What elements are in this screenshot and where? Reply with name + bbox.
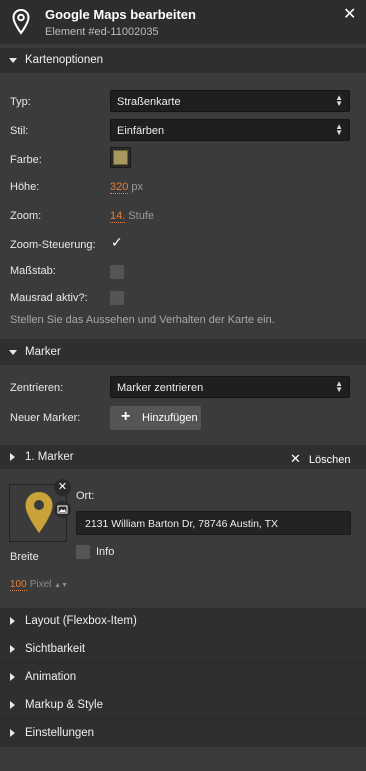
typ-select[interactable]: Straßenkarte ▲ ▼	[110, 90, 350, 112]
breite-value: 100 Pixel ▲▼	[10, 579, 68, 591]
section-label: 1. Marker	[25, 451, 74, 463]
section-einstellungen[interactable]: Einstellungen	[0, 720, 366, 747]
section-label: Einstellungen	[25, 727, 95, 739]
map-pin-icon	[12, 9, 30, 35]
section-label: Marker	[25, 346, 61, 358]
section-label: Sichtbarkeit	[25, 643, 86, 655]
add-marker-button[interactable]: + Hinzufügen	[110, 406, 201, 430]
info-label: Info	[96, 546, 115, 558]
mausrad-checkbox[interactable]	[110, 291, 124, 305]
image-icon[interactable]	[54, 501, 71, 518]
breite-unit: Pixel	[29, 579, 52, 590]
section-label: Animation	[25, 671, 77, 683]
caret-right-icon	[10, 645, 15, 653]
spinner-icon[interactable]: ▲▼	[54, 582, 68, 589]
section-label: Kartenoptionen	[25, 54, 104, 66]
typ-label: Typ:	[10, 96, 31, 108]
caret-right-icon	[10, 729, 15, 737]
section-animation[interactable]: Animation	[0, 664, 366, 691]
neuer-marker-label: Neuer Marker:	[10, 412, 81, 424]
breite-input[interactable]: 100	[10, 579, 27, 591]
ort-label: Ort:	[76, 490, 95, 502]
farbe-label: Farbe:	[10, 154, 42, 166]
zentrieren-select[interactable]: Marker zentrieren ▲ ▼	[110, 376, 350, 398]
zoom-steuerung-label: Zoom-Steuerung:	[10, 239, 96, 251]
delete-marker-button[interactable]: ✕ Löschen	[290, 451, 351, 467]
caret-down-icon	[9, 58, 17, 63]
caret-right-icon	[10, 701, 15, 709]
delete-label: Löschen	[308, 454, 351, 466]
add-button-label: Hinzufügen	[142, 412, 198, 424]
section-markup-style[interactable]: Markup & Style	[0, 692, 366, 719]
caret-right-icon	[10, 453, 15, 461]
section-kartenoptionen[interactable]: Kartenoptionen	[0, 48, 366, 73]
hoehe-unit: px	[131, 181, 143, 193]
hoehe-label: Höhe:	[10, 181, 40, 193]
massstab-label: Maßstab:	[10, 265, 56, 277]
section-marker[interactable]: Marker	[0, 339, 366, 365]
zoom-input[interactable]: 14.	[110, 210, 126, 223]
zoom-unit: Stufe	[128, 210, 154, 222]
section-label: Markup & Style	[25, 699, 103, 711]
plus-icon: +	[121, 408, 131, 425]
stil-label: Stil:	[10, 125, 29, 137]
mausrad-label: Mausrad aktiv?:	[10, 292, 88, 304]
caret-right-icon	[10, 617, 15, 625]
breite-label: Breite	[10, 551, 39, 563]
section-layout[interactable]: Layout (Flexbox-Item)	[0, 608, 366, 635]
stil-select-value: Einfärben	[117, 125, 165, 137]
panel-header: Google Maps bearbeiten Element #ed-11002…	[0, 0, 366, 44]
hoehe-input[interactable]: 320	[110, 181, 129, 194]
kartenoptionen-hint: Stellen Sie das Aussehen und Verhalten d…	[10, 314, 275, 326]
info-checkbox[interactable]	[76, 545, 90, 559]
color-swatch-fill	[113, 150, 128, 165]
zoom-steuerung-checkbox[interactable]: ✓	[111, 234, 123, 251]
edit-panel: Google Maps bearbeiten Element #ed-11002…	[0, 0, 366, 771]
color-swatch[interactable]	[110, 147, 131, 168]
close-icon[interactable]: ✕	[343, 4, 356, 24]
typ-select-value: Straßenkarte	[117, 96, 181, 108]
hoehe-value: 320 px	[110, 181, 143, 194]
section-label: Layout (Flexbox-Item)	[25, 615, 137, 627]
caret-right-icon	[10, 673, 15, 681]
massstab-checkbox[interactable]	[110, 265, 124, 279]
zentrieren-label: Zentrieren:	[10, 382, 64, 394]
select-arrows-icon: ▲ ▼	[335, 93, 343, 108]
element-id: Element #ed-11002035	[45, 26, 159, 38]
zoom-label: Zoom:	[10, 210, 42, 222]
zentrieren-select-value: Marker zentrieren	[117, 382, 204, 394]
ort-input[interactable]: 2131 William Barton Dr, 78746 Austin, TX	[76, 511, 351, 535]
panel-title: Google Maps bearbeiten	[45, 7, 196, 22]
picture-icon	[57, 505, 68, 514]
section-sichtbarkeit[interactable]: Sichtbarkeit	[0, 636, 366, 663]
close-icon: ✕	[290, 451, 301, 466]
remove-image-icon[interactable]: ✕	[54, 479, 71, 496]
select-arrows-icon: ▲ ▼	[335, 379, 343, 394]
zoom-value: 14. Stufe	[110, 210, 154, 223]
select-arrows-icon: ▲ ▼	[335, 122, 343, 137]
caret-down-icon	[9, 350, 17, 355]
stil-select[interactable]: Einfärben ▲ ▼	[110, 119, 350, 141]
